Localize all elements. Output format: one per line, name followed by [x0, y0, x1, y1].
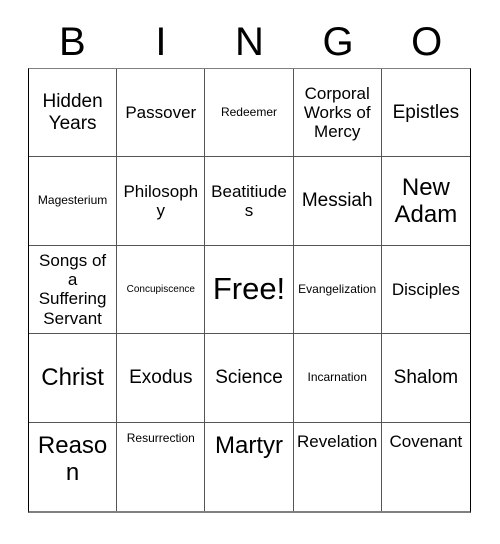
bingo-cell[interactable]: Beatitiudes	[205, 157, 294, 246]
bingo-cell-label: Philosophy	[123, 182, 199, 221]
bingo-cell-label: New Adam	[394, 173, 458, 229]
bingo-cell-label: Redeemer	[220, 104, 277, 119]
bingo-cell[interactable]: Evangelization	[293, 245, 382, 335]
bingo-cell-label: Free!	[212, 271, 286, 307]
bingo-cell-label: Reason	[37, 431, 108, 486]
bingo-cell-label: Shalom	[393, 367, 459, 389]
bingo-cell-label: Disciples	[391, 279, 460, 299]
bingo-free-space-cell[interactable]: Free!	[205, 245, 294, 335]
bingo-cell[interactable]: Shalom	[381, 334, 470, 423]
bingo-card: B I N G O Hidden Years Passover Redeemer Co…	[0, 0, 500, 544]
bingo-cell[interactable]: Christ	[29, 334, 118, 423]
bingo-cell[interactable]: Resurrection	[117, 422, 206, 511]
bingo-cell[interactable]: Songs of a Suffering Servant	[29, 245, 118, 335]
bingo-cell[interactable]: Disciples	[381, 245, 470, 335]
bingo-cell-label: Covenant	[389, 431, 463, 451]
bingo-cell-label: Epistles	[392, 102, 460, 124]
bingo-cell-label: Martyr	[214, 431, 283, 459]
bingo-cell[interactable]: Philosophy	[117, 157, 206, 246]
bingo-cell-label: Beatitiudes	[211, 182, 287, 221]
bingo-cell-label: Hidden Years	[42, 91, 103, 134]
bingo-cell[interactable]: Magesterium	[29, 157, 118, 246]
bingo-cell[interactable]: Passover	[117, 69, 206, 158]
bingo-cell-label: Incarnation	[307, 369, 367, 384]
bingo-cell[interactable]: Redeemer	[205, 69, 294, 158]
bingo-cell-label: Songs of a Suffering Servant	[38, 251, 107, 328]
bingo-header-letter-g: G	[322, 20, 354, 64]
bingo-cell[interactable]: Exodus	[117, 334, 206, 423]
bingo-cell-label: Science	[215, 367, 283, 389]
bingo-cell[interactable]: Science	[205, 334, 294, 423]
bingo-cell[interactable]: Hidden Years	[29, 69, 118, 158]
bingo-cell[interactable]: New Adam	[381, 157, 470, 246]
bingo-cell-label: Resurrection	[126, 430, 195, 445]
bingo-cell[interactable]: Revelation	[293, 422, 382, 511]
bingo-cell-label: Revelation	[297, 431, 378, 451]
bingo-cell-label: Corporal Works of Mercy	[303, 84, 371, 142]
bingo-header-letter-n: N	[235, 20, 264, 64]
bingo-cell[interactable]: Concupiscence	[117, 245, 206, 335]
bingo-cell-label: Messiah	[301, 190, 373, 212]
bingo-cell[interactable]: Martyr	[205, 422, 294, 511]
bingo-cell-label: Passover	[125, 103, 197, 123]
bingo-header-letter-i: I	[155, 20, 167, 64]
bingo-cell-label: Magesterium	[37, 193, 108, 208]
bingo-cell-label: Concupiscence	[126, 283, 195, 295]
bingo-grid: Hidden Years Passover Redeemer Corporal Wor…	[28, 68, 471, 513]
bingo-header-row: B I N G O	[28, 16, 471, 68]
bingo-cell[interactable]: Epistles	[381, 69, 470, 158]
bingo-cell[interactable]: Messiah	[293, 157, 382, 246]
bingo-cell-label: Christ	[41, 364, 104, 392]
bingo-cell-label: Evangelization	[298, 281, 377, 296]
bingo-header-letter-b: B	[58, 20, 86, 64]
bingo-cell[interactable]: Covenant	[381, 422, 470, 511]
bingo-cell-label: Exodus	[129, 367, 193, 389]
bingo-header-letter-o: O	[411, 20, 443, 64]
bingo-cell[interactable]: Incarnation	[293, 334, 382, 423]
bingo-cell[interactable]: Corporal Works of Mercy	[293, 69, 382, 158]
bingo-cell[interactable]: Reason	[29, 422, 118, 511]
